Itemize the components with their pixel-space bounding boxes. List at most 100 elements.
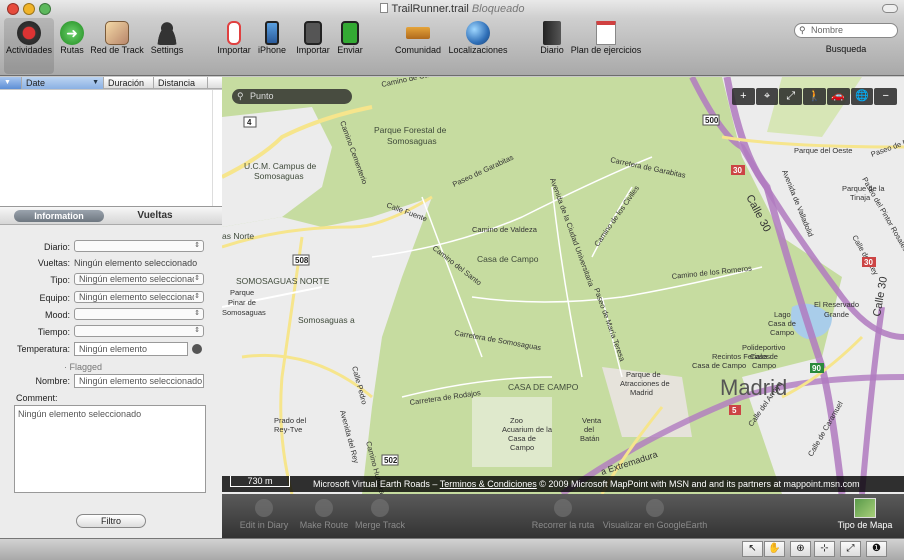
svg-text:Calle Pedro: Calle Pedro bbox=[350, 365, 369, 405]
close-window-button[interactable] bbox=[7, 3, 19, 15]
pencil-icon bbox=[255, 499, 273, 517]
svg-text:Camino de Castilla: Camino de Castilla bbox=[381, 77, 445, 89]
toolbar-enviar[interactable]: Enviar bbox=[336, 18, 364, 74]
toolbar-plan-de-ejercicios[interactable]: Plan de ejercicios bbox=[571, 18, 641, 74]
play-route-icon bbox=[554, 499, 572, 517]
map-type-button[interactable]: Tipo de Mapa bbox=[830, 494, 900, 538]
vueltas-value: Ningún elemento seleccionado bbox=[74, 258, 198, 268]
window-title: TrailRunner.trail bbox=[391, 3, 469, 15]
svg-text:Paseo de Moret: Paseo de Moret bbox=[870, 132, 904, 159]
crosshair-tool-button[interactable]: ⊹ bbox=[814, 541, 835, 557]
svg-text:El Reservado: El Reservado bbox=[814, 300, 859, 309]
search-label: Busqueda bbox=[825, 44, 867, 54]
nombre-field[interactable]: Ningún elemento seleccionado bbox=[74, 374, 204, 388]
map-attribution-bar: 730 m Microsoft Virtual Earth Roads – Te… bbox=[222, 476, 904, 492]
search-field[interactable]: ⚲ Nombre bbox=[794, 23, 898, 38]
zoom-in-button[interactable]: + bbox=[732, 88, 755, 105]
column-sort-indicator[interactable]: ▼ bbox=[0, 77, 22, 89]
svg-text:Calle 30: Calle 30 bbox=[743, 193, 773, 234]
svg-text:Parque: Parque bbox=[230, 288, 254, 297]
map-scale: 730 m bbox=[230, 476, 290, 487]
import-device-icon bbox=[227, 21, 241, 45]
tiempo-select[interactable]: ⇕ bbox=[74, 325, 204, 337]
edit-in-diary-button[interactable]: Edit in Diary bbox=[236, 494, 292, 538]
toolbar-localizaciones[interactable]: Localizaciones bbox=[448, 18, 508, 74]
mood-select[interactable]: ⇕ bbox=[74, 308, 204, 320]
google-earth-button[interactable]: Visualizar en GoogleEarth bbox=[602, 494, 708, 538]
minimize-window-button[interactable] bbox=[23, 3, 35, 15]
car-mode-button[interactable]: 🚗 bbox=[826, 88, 850, 105]
locate-button[interactable]: ⌖ bbox=[755, 88, 779, 105]
tipo-select[interactable]: Ningún elemento seleccionad ⇕ bbox=[74, 273, 204, 285]
svg-text:Calle 30: Calle 30 bbox=[871, 276, 890, 318]
zoom-tool-button[interactable]: ⊕ bbox=[790, 541, 811, 557]
svg-text:Pinar de: Pinar de bbox=[228, 298, 256, 307]
svg-text:Madrid: Madrid bbox=[630, 388, 653, 397]
svg-text:Avenida del Rey: Avenida del Rey bbox=[338, 409, 361, 464]
svg-text:Parque de: Parque de bbox=[626, 370, 661, 379]
toolbar: Actividades ➜ Rutas Red de Track Setting… bbox=[0, 18, 904, 76]
column-date[interactable]: Date ▼ bbox=[22, 77, 104, 89]
svg-text:4: 4 bbox=[247, 118, 252, 127]
merge-track-button[interactable]: Merge Track bbox=[352, 494, 408, 538]
temperatura-field[interactable]: Ningún elemento bbox=[74, 342, 188, 356]
svg-text:5: 5 bbox=[732, 406, 737, 415]
svg-text:Venta: Venta bbox=[582, 416, 602, 425]
merge-icon bbox=[371, 499, 389, 517]
toolbar-settings[interactable]: Settings bbox=[151, 18, 183, 74]
svg-text:Somosaguas a: Somosaguas a bbox=[298, 315, 355, 325]
make-route-button[interactable]: Make Route bbox=[296, 494, 352, 538]
map-action-bar: Edit in Diary Make Route Merge Track Rec… bbox=[222, 494, 904, 538]
map-labels-layer: Parque Forestal de Somosaguas U.C.M. Cam… bbox=[222, 77, 904, 494]
toolbar-toggle-button[interactable] bbox=[882, 4, 898, 13]
info-tool-button[interactable]: ❶ bbox=[866, 541, 887, 557]
google-earth-icon bbox=[646, 499, 664, 517]
toolbar-diario[interactable]: Diario bbox=[538, 18, 566, 74]
svg-text:Calle de Caramuel: Calle de Caramuel bbox=[806, 399, 845, 458]
svg-text:Acuarium de la: Acuarium de la bbox=[502, 425, 553, 434]
globe-icon bbox=[466, 21, 490, 45]
comment-textarea[interactable]: Ningún elemento seleccionado bbox=[14, 405, 206, 493]
toolbar-comunidad[interactable]: Comunidad bbox=[395, 18, 441, 74]
settings-person-icon bbox=[155, 21, 179, 45]
flagged-checkbox[interactable]: · Flagged bbox=[64, 362, 102, 372]
map-view[interactable]: Parque Forestal de Somosaguas U.C.M. Cam… bbox=[222, 77, 904, 494]
search-icon: ⚲ bbox=[799, 25, 806, 35]
terms-link[interactable]: Terminos & Condiciones bbox=[440, 479, 537, 489]
route-icon bbox=[315, 499, 333, 517]
status-bar: ↖ ✋ ⊕ ⊹ ⤢ ❶ bbox=[0, 538, 904, 560]
diary-book-icon bbox=[543, 21, 561, 45]
iphone-icon bbox=[265, 21, 279, 45]
svg-text:Avenida de Valladolid: Avenida de Valladolid bbox=[780, 168, 815, 238]
filter-button[interactable]: Filtro bbox=[76, 514, 146, 528]
tab-information[interactable]: Information bbox=[14, 210, 104, 222]
zoom-window-button[interactable] bbox=[39, 3, 51, 15]
map-point-search[interactable]: ⚲ Punto bbox=[232, 89, 352, 104]
measure-tool-button[interactable]: ⤢ bbox=[840, 541, 861, 557]
zoom-out-button[interactable]: − bbox=[874, 88, 898, 105]
temperature-refresh-icon[interactable] bbox=[192, 344, 202, 354]
recorrer-ruta-button[interactable]: Recorrer la ruta bbox=[528, 494, 598, 538]
svg-text:Polideportivo: Polideportivo bbox=[742, 343, 785, 352]
equipo-select[interactable]: Ningún elemento seleccionad ⇕ bbox=[74, 291, 204, 303]
activities-icon bbox=[17, 21, 41, 45]
svg-text:Carretera de Rodajos: Carretera de Rodajos bbox=[409, 388, 482, 407]
hand-tool-button[interactable]: ✋ bbox=[764, 541, 785, 557]
column-duration[interactable]: Duración bbox=[104, 77, 154, 89]
fit-route-button[interactable]: ⤢ bbox=[779, 88, 803, 105]
globe-view-button[interactable]: 🌐 bbox=[850, 88, 874, 105]
diario-select[interactable]: ⇕ bbox=[74, 240, 204, 252]
column-distance[interactable]: Distancia bbox=[154, 77, 208, 89]
svg-text:Camino de los Civiles: Camino de los Civiles bbox=[592, 184, 641, 248]
import-watch-icon bbox=[304, 21, 322, 45]
svg-text:Campo: Campo bbox=[752, 361, 776, 370]
activity-list[interactable] bbox=[0, 90, 222, 206]
map-controls: + ⌖ ⤢ 🚶 🚗 🌐 − bbox=[732, 88, 898, 105]
list-scrollbar[interactable] bbox=[212, 90, 222, 206]
chevron-updown-icon: ⇕ bbox=[194, 274, 200, 284]
arrow-tool-button[interactable]: ↖ bbox=[742, 541, 763, 557]
svg-text:Casa de: Casa de bbox=[750, 352, 778, 361]
window-subtitle: Bloqueado bbox=[471, 3, 525, 15]
walk-mode-button[interactable]: 🚶 bbox=[803, 88, 826, 105]
tab-vueltas[interactable]: Vueltas bbox=[118, 210, 192, 222]
